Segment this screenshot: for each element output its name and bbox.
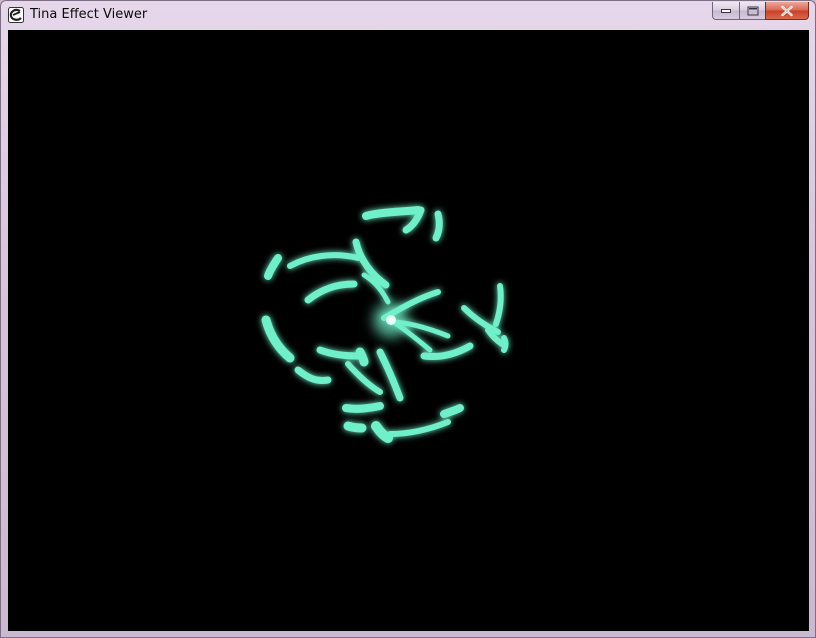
streak (387, 419, 451, 437)
streak (316, 346, 364, 360)
minimize-button[interactable] (712, 2, 739, 20)
effect-viewport[interactable] (8, 30, 809, 631)
streak (362, 206, 422, 220)
streak (342, 402, 384, 413)
particle-effect (261, 206, 509, 443)
streak (501, 335, 509, 353)
maximize-icon (747, 6, 758, 15)
streak (287, 252, 361, 269)
tina-app-icon[interactable] (8, 7, 24, 23)
streak (264, 254, 282, 280)
title-bar[interactable]: Tina Effect Viewer (1, 1, 815, 30)
streak (461, 305, 501, 335)
streak (432, 210, 443, 242)
streak (261, 315, 295, 363)
streak (355, 347, 369, 367)
streak (493, 283, 504, 327)
close-button[interactable] (765, 2, 809, 20)
streak (294, 366, 332, 384)
effect-core (373, 302, 409, 338)
maximize-button[interactable] (739, 2, 765, 20)
effect-core-bright (386, 315, 396, 325)
window-title: Tina Effect Viewer (30, 7, 148, 22)
streak (371, 421, 393, 443)
streak (304, 280, 358, 304)
app-window: Tina Effect Viewer (0, 0, 816, 638)
streak (440, 404, 464, 418)
streak (343, 421, 367, 433)
streak (345, 361, 383, 395)
close-icon (781, 5, 793, 16)
minimize-icon (721, 8, 731, 13)
streak (376, 348, 404, 402)
caption-buttons (712, 2, 809, 21)
